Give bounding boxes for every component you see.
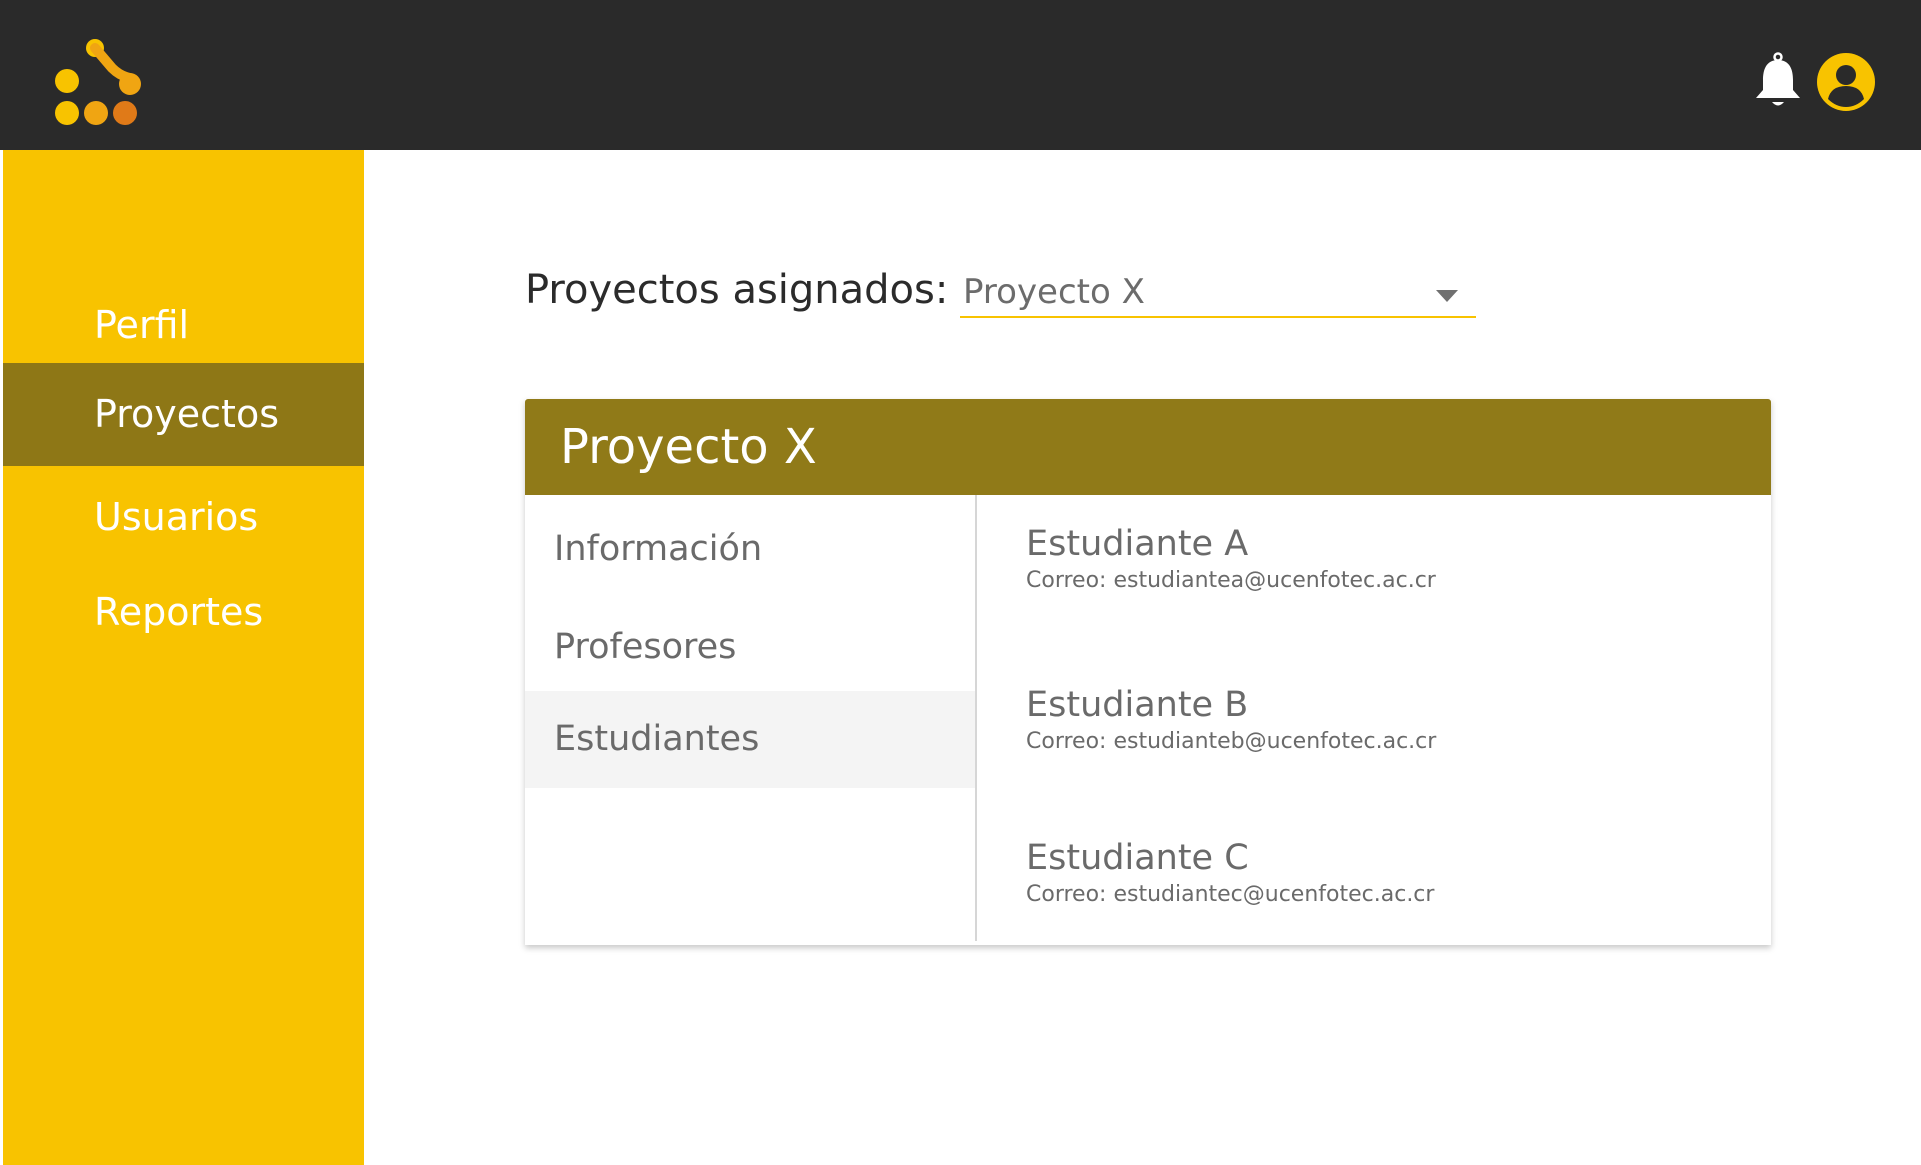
sidebar-item-proyectos[interactable]: Proyectos bbox=[3, 363, 364, 466]
tab-estudiantes[interactable]: Estudiantes bbox=[525, 691, 975, 788]
student-name: Estudiante A bbox=[1026, 524, 1249, 564]
tab-informacion[interactable]: Información bbox=[525, 501, 975, 598]
sidebar: Perfil Proyectos Usuarios Reportes bbox=[3, 150, 364, 1165]
student-email: Correo: estudiantea@ucenfotec.ac.cr bbox=[1026, 568, 1436, 593]
bell-icon[interactable] bbox=[1752, 52, 1804, 110]
app-logo-icon[interactable] bbox=[50, 36, 150, 136]
sidebar-item-usuarios[interactable]: Usuarios bbox=[3, 466, 364, 569]
user-avatar-icon[interactable] bbox=[1817, 53, 1875, 111]
list-item: Estudiante A Correo: estudiantea@ucenfot… bbox=[1026, 524, 1726, 596]
list-item: Estudiante B Correo: estudianteb@ucenfot… bbox=[1026, 685, 1726, 757]
project-select[interactable]: Proyecto X bbox=[960, 268, 1476, 318]
project-card: Proyecto X Información Profesores Estudi… bbox=[525, 399, 1771, 945]
card-title: Proyecto X bbox=[560, 419, 817, 475]
list-item: Estudiante C Correo: estudiantec@ucenfot… bbox=[1026, 838, 1726, 910]
student-email: Correo: estudianteb@ucenfotec.ac.cr bbox=[1026, 729, 1437, 754]
sidebar-item-reportes[interactable]: Reportes bbox=[3, 561, 364, 664]
card-divider bbox=[975, 495, 977, 941]
projects-label: Proyectos asignados: bbox=[525, 267, 949, 313]
student-name: Estudiante C bbox=[1026, 838, 1249, 878]
student-name: Estudiante B bbox=[1026, 685, 1249, 725]
caret-down-icon[interactable] bbox=[1436, 290, 1458, 302]
tab-profesores[interactable]: Profesores bbox=[525, 599, 975, 696]
student-email: Correo: estudiantec@ucenfotec.ac.cr bbox=[1026, 882, 1435, 907]
sidebar-item-perfil[interactable]: Perfil bbox=[3, 274, 364, 377]
card-header: Proyecto X bbox=[525, 399, 1771, 495]
top-bar bbox=[0, 0, 1921, 150]
project-select-value: Proyecto X bbox=[963, 272, 1145, 312]
